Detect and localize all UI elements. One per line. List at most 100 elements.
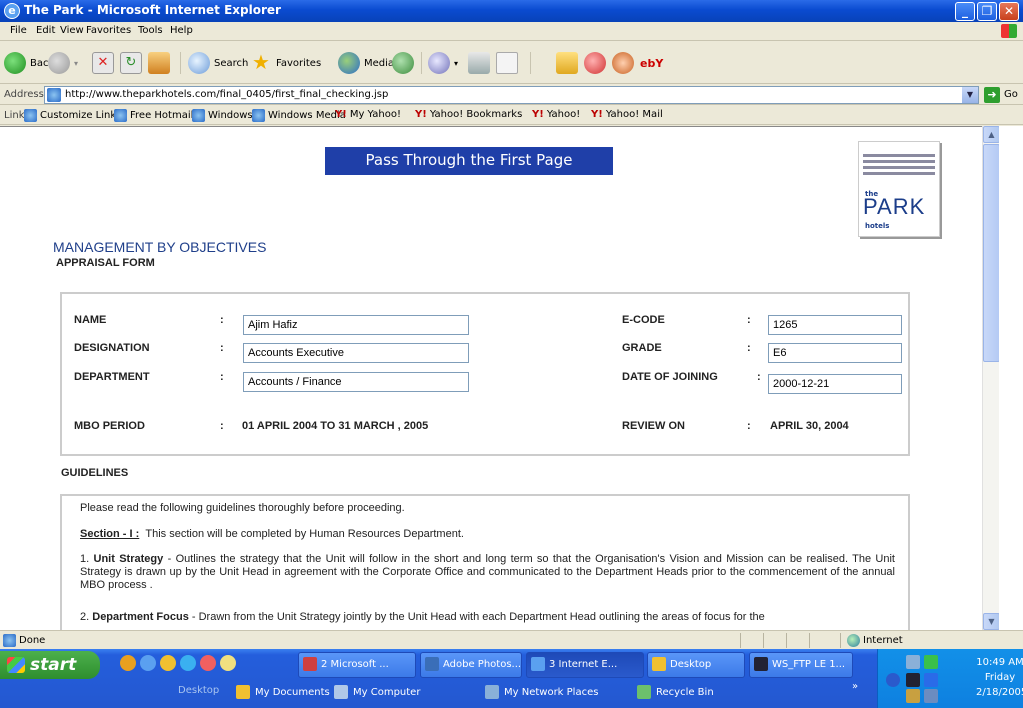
tray-icon[interactable] bbox=[906, 673, 920, 687]
taskbar: start 2 Microsoft ... Adobe Photos... 3 … bbox=[0, 649, 1023, 708]
colon: : bbox=[220, 420, 224, 432]
desktop-toolbar-recycle-bin[interactable]: Recycle Bin bbox=[637, 685, 714, 699]
toolbar: Back ▾ ▾ ✕ ↻ Search ★ Favorites Media ▾ … bbox=[0, 42, 1023, 84]
review-on-value: APRIL 30, 2004 bbox=[770, 420, 849, 432]
address-input[interactable]: http://www.theparkhotels.com/final_0405/… bbox=[44, 86, 979, 104]
menu-edit[interactable]: Edit bbox=[36, 25, 55, 36]
folder-button[interactable] bbox=[556, 50, 582, 76]
ebay-button[interactable]: ebY bbox=[640, 50, 667, 76]
guidelines-heading: GUIDELINES bbox=[61, 467, 129, 479]
maximize-button[interactable]: ❐ bbox=[977, 2, 997, 21]
scroll-up-icon[interactable]: ▲ bbox=[983, 126, 1000, 143]
tray-icon[interactable] bbox=[924, 689, 938, 703]
home-button[interactable] bbox=[148, 50, 174, 76]
ecode-field[interactable]: 1265 bbox=[768, 315, 902, 335]
vertical-scrollbar[interactable]: ▲ ▼ bbox=[982, 126, 1000, 630]
name-field[interactable]: Ajim Hafiz bbox=[243, 315, 469, 335]
tray-expand-icon[interactable] bbox=[886, 673, 900, 687]
date-of-joining-field[interactable]: 2000-12-21 bbox=[768, 374, 902, 394]
close-button[interactable]: ✕ bbox=[999, 2, 1019, 21]
network-tray-icon[interactable] bbox=[906, 655, 920, 669]
page-icon bbox=[114, 109, 127, 122]
discuss-button[interactable] bbox=[612, 50, 638, 76]
desktop-toolbar-my-documents[interactable]: My Documents bbox=[236, 685, 330, 699]
search-button[interactable]: Search bbox=[188, 50, 248, 76]
guidelines-box[interactable]: Please read the following guidelines tho… bbox=[60, 494, 910, 630]
link-yahoo-mail[interactable]: Y! Yahoo! Mail bbox=[591, 109, 663, 120]
quicklaunch-icon[interactable] bbox=[200, 655, 216, 671]
scroll-down-icon[interactable]: ▼ bbox=[983, 613, 1000, 630]
quicklaunch-folder-icon[interactable] bbox=[220, 655, 236, 671]
window-border bbox=[999, 126, 1023, 630]
refresh-button[interactable]: ↻ bbox=[120, 50, 146, 76]
link-my-yahoo[interactable]: Y! My Yahoo! bbox=[335, 109, 401, 120]
taskbar-item-ws-ftp[interactable]: WS_FTP LE 1... bbox=[749, 652, 853, 678]
link-yahoo[interactable]: Y! Yahoo! bbox=[532, 109, 580, 120]
toolbar-chevron-icon[interactable]: » bbox=[852, 681, 858, 692]
favorites-button[interactable]: ★ Favorites bbox=[250, 50, 321, 76]
star-icon: ★ bbox=[252, 50, 270, 74]
address-url[interactable]: http://www.theparkhotels.com/final_0405/… bbox=[65, 89, 388, 100]
scroll-thumb[interactable] bbox=[983, 144, 1000, 362]
mail-dropdown-icon[interactable]: ▾ bbox=[454, 59, 458, 68]
link-windows[interactable]: Windows bbox=[192, 109, 253, 122]
minimize-button[interactable]: _ bbox=[955, 2, 975, 21]
mail-button[interactable]: ▾ bbox=[428, 50, 458, 76]
go-arrow-icon[interactable]: ➜ bbox=[984, 87, 1000, 103]
department-field[interactable]: Accounts / Finance bbox=[243, 372, 469, 392]
taskbar-item-photoshop[interactable]: Adobe Photos... bbox=[420, 652, 522, 678]
menu-favorites[interactable]: Favorites bbox=[86, 25, 131, 36]
address-label: Address bbox=[4, 89, 44, 100]
grade-field[interactable]: E6 bbox=[768, 343, 902, 363]
quicklaunch-icon[interactable] bbox=[180, 655, 196, 671]
page-icon bbox=[192, 109, 205, 122]
media-button[interactable]: Media bbox=[338, 50, 394, 76]
guidelines-item-1: 1. Unit Strategy - Outlines the strategy… bbox=[80, 553, 895, 591]
forward-button[interactable]: ▾ bbox=[48, 50, 78, 76]
security-zone-label: Internet bbox=[863, 635, 903, 646]
media-icon bbox=[338, 52, 360, 74]
designation-field[interactable]: Accounts Executive bbox=[243, 343, 469, 363]
date-of-joining-label: DATE OF JOINING bbox=[622, 371, 718, 383]
menu-view[interactable]: View bbox=[60, 25, 84, 36]
desktop-toolbar-my-computer[interactable]: My Computer bbox=[334, 685, 420, 699]
edit-button[interactable] bbox=[496, 50, 522, 76]
start-button[interactable]: start bbox=[0, 651, 100, 679]
media-tray-icon[interactable] bbox=[924, 673, 938, 687]
print-button[interactable] bbox=[468, 50, 494, 76]
window-title-bar[interactable]: e The Park - Microsoft Internet Explorer… bbox=[0, 0, 1023, 22]
link-yahoo-bookmarks[interactable]: Y! Yahoo! Bookmarks bbox=[415, 109, 522, 120]
mail-icon bbox=[428, 52, 450, 74]
designation-label: DESIGNATION bbox=[74, 342, 150, 354]
link-customize-links[interactable]: Customize Links bbox=[24, 109, 121, 122]
address-dropdown-icon[interactable]: ▼ bbox=[962, 87, 978, 103]
colon: : bbox=[220, 314, 224, 326]
taskbar-item-internet-explorer[interactable]: 3 Internet E... bbox=[526, 652, 644, 678]
review-on-label: REVIEW ON bbox=[622, 420, 685, 432]
link-free-hotmail[interactable]: Free Hotmail bbox=[114, 109, 193, 122]
menu-file[interactable]: File bbox=[10, 25, 27, 36]
messenger-button[interactable] bbox=[584, 50, 610, 76]
forward-dropdown-icon[interactable]: ▾ bbox=[74, 59, 78, 68]
desktop-toolbar-my-network-places[interactable]: My Network Places bbox=[485, 685, 598, 699]
ebay-icon: ebY bbox=[640, 56, 664, 70]
tray-icon[interactable] bbox=[906, 689, 920, 703]
quicklaunch-icon[interactable] bbox=[120, 655, 136, 671]
taskbar-item-desktop[interactable]: Desktop bbox=[647, 652, 745, 678]
history-button[interactable] bbox=[392, 50, 418, 76]
clock[interactable]: 10:49 AM Friday 2/18/2005 bbox=[976, 655, 1023, 700]
grade-label: GRADE bbox=[622, 342, 662, 354]
quicklaunch-ie-icon[interactable] bbox=[140, 655, 156, 671]
desktop-toolbar-desktop[interactable]: Desktop bbox=[178, 685, 219, 696]
page-viewport[interactable]: Pass Through the First Page the PARK hot… bbox=[0, 126, 982, 630]
toolbar-separator bbox=[180, 52, 181, 74]
print-icon bbox=[468, 52, 490, 74]
tray-icon[interactable] bbox=[924, 655, 938, 669]
link-windows-media[interactable]: Windows Media bbox=[252, 109, 346, 122]
quicklaunch-icon[interactable] bbox=[160, 655, 176, 671]
menu-tools[interactable]: Tools bbox=[138, 25, 163, 36]
go-button[interactable]: Go bbox=[1004, 89, 1018, 100]
stop-button[interactable]: ✕ bbox=[92, 50, 118, 76]
menu-help[interactable]: Help bbox=[170, 25, 193, 36]
taskbar-item-microsoft[interactable]: 2 Microsoft ... bbox=[298, 652, 416, 678]
